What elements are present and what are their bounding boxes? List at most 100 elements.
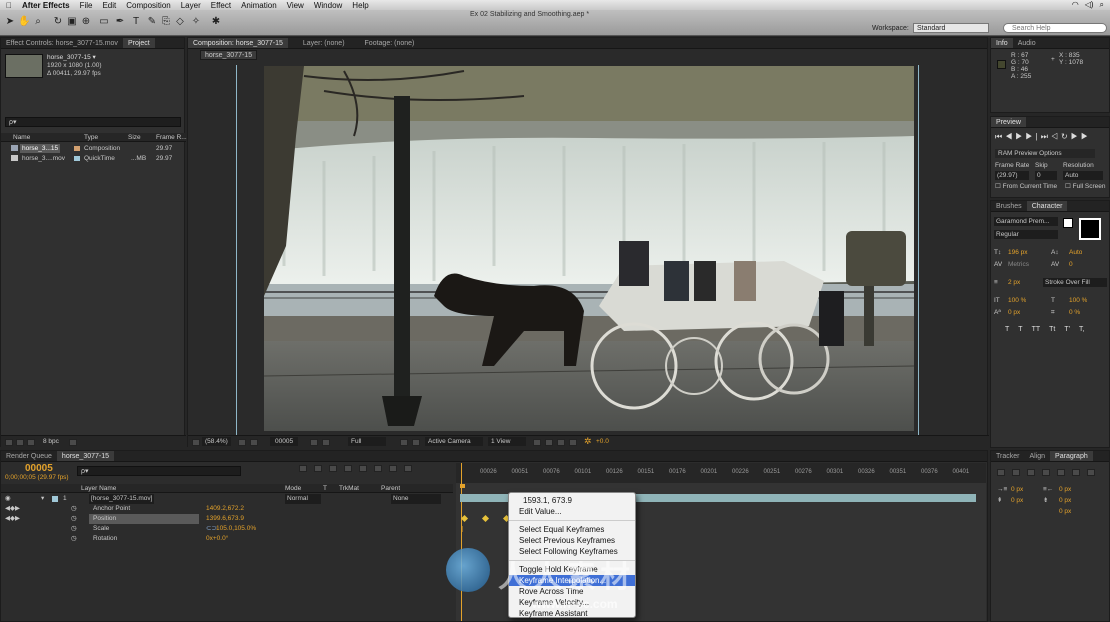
menu-effect[interactable]: Effect xyxy=(211,1,231,10)
tab-timeline-comp[interactable]: horse_3077-15 xyxy=(56,451,115,461)
timeline-search-input[interactable]: ρ▾ xyxy=(77,466,241,476)
baseline-shift-field[interactable]: 0 px xyxy=(1008,308,1020,317)
motion-blur-icon[interactable] xyxy=(374,465,382,472)
font-family-select[interactable]: Garamond Prem... xyxy=(994,217,1058,226)
vertical-scale-field[interactable]: 100 % xyxy=(1008,296,1026,305)
brush-tool-icon[interactable]: ✎ xyxy=(146,16,158,28)
selection-tool-icon[interactable]: ➤ xyxy=(4,16,16,28)
shy-icon[interactable] xyxy=(344,465,352,472)
view-layout-select[interactable]: 1 View xyxy=(488,437,526,446)
keyframe-marker-icon[interactable]: I xyxy=(461,525,463,534)
kerning-field[interactable]: Metrics xyxy=(1008,260,1029,269)
new-folder-icon[interactable] xyxy=(16,439,26,448)
tab-align[interactable]: Align xyxy=(1024,451,1050,461)
tab-effect-controls[interactable]: Effect Controls: horse_3077-15.mov xyxy=(1,38,123,48)
skip-select[interactable]: 0 xyxy=(1035,171,1057,180)
column-t[interactable]: T xyxy=(323,484,327,493)
pan-behind-tool-icon[interactable]: ⊕ xyxy=(80,16,92,28)
parent-select[interactable]: None xyxy=(391,494,441,504)
tab-paragraph[interactable]: Paragraph xyxy=(1050,451,1093,461)
list-item[interactable]: horse_3...15 Composition 29.97 xyxy=(1,144,186,153)
indent-right-field[interactable]: 0 px xyxy=(1059,485,1071,494)
puppet-tool-icon[interactable]: ✱ xyxy=(210,16,222,28)
tab-preview[interactable]: Preview xyxy=(991,117,1026,127)
camera-select[interactable]: Active Camera xyxy=(425,437,483,446)
property-value[interactable]: 105.0,105.0% xyxy=(216,524,256,534)
graph-editor-icon[interactable] xyxy=(404,465,412,472)
fast-previews-icon[interactable] xyxy=(545,439,555,448)
property-row[interactable]: ◀◆▶ ◷ Position 1399.6,673.9 xyxy=(1,514,453,524)
camera-tool-icon[interactable]: ▣ xyxy=(66,16,78,28)
column-trkmat[interactable]: TrkMat xyxy=(339,484,359,493)
align-left-icon[interactable] xyxy=(997,469,1005,476)
flowchart-icon[interactable] xyxy=(569,439,579,448)
tab-layer[interactable]: Layer: (none) xyxy=(298,38,350,48)
safe-zones-icon[interactable] xyxy=(238,439,248,448)
video-eye-icon[interactable]: ◉ xyxy=(5,494,11,504)
tsume-field[interactable]: 0 % xyxy=(1069,308,1080,317)
mask-tool-icon[interactable]: ▭ xyxy=(98,16,110,28)
transparency-grid-icon[interactable] xyxy=(412,439,422,448)
rotate-tool-icon[interactable]: ↻ xyxy=(52,16,64,28)
ram-preview-options-select[interactable]: RAM Preview Options xyxy=(995,149,1095,158)
tab-footage[interactable]: Footage: (none) xyxy=(360,38,420,48)
list-item[interactable]: horse_3....mov QuickTime ...MB 29.97 xyxy=(1,154,186,163)
eraser-tool-icon[interactable]: ◇ xyxy=(174,16,186,28)
justify-center-icon[interactable] xyxy=(1057,469,1065,476)
last-frame-icon[interactable]: ⏭ xyxy=(1041,132,1051,141)
ram-preview-icon[interactable]: ▶▶ xyxy=(1071,132,1091,141)
tab-info[interactable]: Info xyxy=(991,38,1013,48)
faux-bold-button[interactable]: T xyxy=(1005,326,1009,333)
comp-mini-flowchart-icon[interactable] xyxy=(299,465,307,472)
column-type[interactable]: Type xyxy=(84,133,98,142)
tab-composition[interactable]: Composition: horse_3077-15 xyxy=(188,38,288,48)
justify-all-icon[interactable] xyxy=(1087,469,1095,476)
space-before-field[interactable]: 0 px xyxy=(1059,496,1071,505)
wifi-icon[interactable]: ◠ xyxy=(1072,0,1079,10)
column-frame-rate[interactable]: Frame R... xyxy=(156,133,187,142)
menu-item-edit-value[interactable]: Edit Value... xyxy=(509,506,635,517)
menu-animation[interactable]: Animation xyxy=(241,1,277,10)
pen-tool-icon[interactable]: ✒ xyxy=(114,16,126,28)
loop-icon[interactable]: ↻ xyxy=(1061,132,1071,141)
keyframe-nav-icon[interactable]: ◀◆▶ xyxy=(5,504,20,514)
type-tool-icon[interactable]: T xyxy=(130,16,142,28)
table-row[interactable]: ◉ ▾ 1 [horse_3077-15.mov] Normal None xyxy=(1,494,453,504)
from-current-time-checkbox[interactable]: ☐ From Current Time xyxy=(995,182,1057,191)
menu-composition[interactable]: Composition xyxy=(126,1,170,10)
prev-frame-icon[interactable]: ◀ xyxy=(1005,132,1015,141)
property-row[interactable]: ◷ Scale ⊂⊃ 105.0,105.0% xyxy=(1,524,453,534)
next-frame-icon[interactable]: ▶| xyxy=(1025,132,1040,141)
toggle-pixel-aspect-icon[interactable] xyxy=(533,439,543,448)
search-help-input[interactable]: Search Help xyxy=(1003,23,1107,33)
faux-italic-button[interactable]: T xyxy=(1018,326,1022,333)
keyframe-nav-icon[interactable]: ◀◆▶ xyxy=(5,514,20,524)
region-of-interest-icon[interactable] xyxy=(400,439,410,448)
project-search-input[interactable]: ρ▾ xyxy=(5,117,181,127)
menu-help[interactable]: Help xyxy=(352,1,368,10)
property-value[interactable]: 0x+0.0° xyxy=(206,534,228,544)
fill-color-swatch[interactable] xyxy=(1063,218,1073,228)
tab-character[interactable]: Character xyxy=(1026,201,1068,211)
indent-first-field[interactable]: 0 px xyxy=(1011,496,1023,505)
tab-tracker[interactable]: Tracker xyxy=(991,451,1024,461)
resolution-select[interactable]: Full xyxy=(348,437,386,446)
show-channel-icon[interactable] xyxy=(322,439,332,448)
column-parent[interactable]: Parent xyxy=(381,484,400,493)
layer-name[interactable]: [horse_3077-15.mov] xyxy=(89,494,155,504)
indent-left-field[interactable]: 0 px xyxy=(1011,485,1023,494)
stopwatch-icon[interactable]: ◷ xyxy=(71,514,77,524)
menu-item-select-equal-keyframes[interactable]: Select Equal Keyframes xyxy=(509,524,635,535)
stroke-type-select[interactable]: Stroke Over Fill xyxy=(1043,278,1107,287)
frame-blending-icon[interactable] xyxy=(359,465,367,472)
justify-right-icon[interactable] xyxy=(1072,469,1080,476)
property-value[interactable]: 1409.2,672.2 xyxy=(206,504,244,514)
menu-layer[interactable]: Layer xyxy=(181,1,201,10)
workspace-select[interactable]: Standard xyxy=(913,23,989,33)
tab-audio[interactable]: Audio xyxy=(1013,38,1041,48)
menu-view[interactable]: View xyxy=(287,1,304,10)
stopwatch-icon[interactable]: ◷ xyxy=(71,534,77,544)
tab-project[interactable]: Project xyxy=(122,38,155,48)
menu-file[interactable]: File xyxy=(80,1,93,10)
stopwatch-icon[interactable]: ◷ xyxy=(71,524,77,534)
